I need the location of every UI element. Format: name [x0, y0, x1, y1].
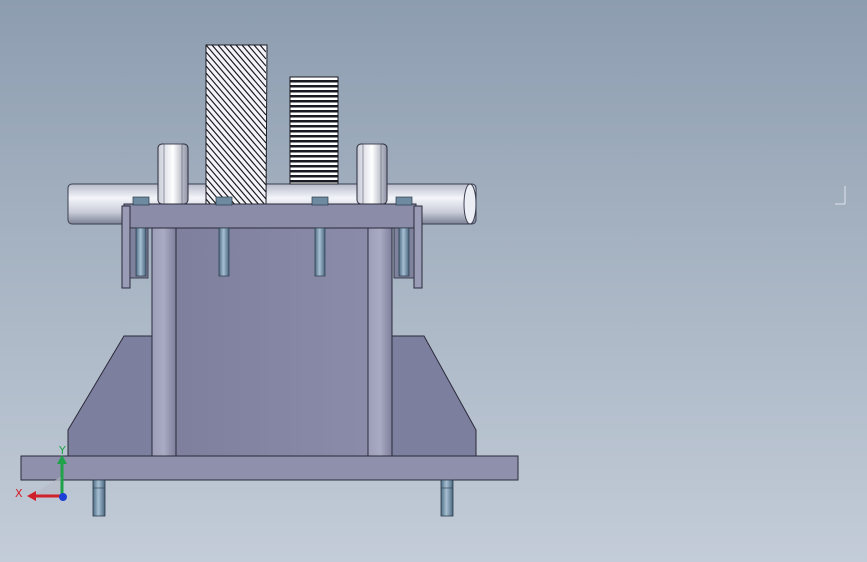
- spur-gear[interactable]: [289, 76, 339, 185]
- top-plate[interactable]: [123, 203, 417, 229]
- bearing-block-right[interactable]: [356, 143, 388, 205]
- housing-body[interactable]: [151, 227, 393, 457]
- graphics-viewport[interactable]: X Y: [0, 0, 867, 562]
- post-left[interactable]: [151, 227, 177, 457]
- triad-x-label: X: [15, 487, 23, 500]
- base-plate[interactable]: [20, 455, 519, 481]
- model-canvas[interactable]: X Y: [0, 0, 867, 562]
- triad-y-label: Y: [58, 444, 66, 457]
- bearing-block-left[interactable]: [157, 143, 189, 205]
- foot-bolt-right[interactable]: [440, 479, 454, 517]
- post-right[interactable]: [367, 227, 393, 457]
- origin-marker-icon: [835, 186, 846, 205]
- triad-z-axis: [59, 493, 67, 501]
- foot-bolt-left[interactable]: [92, 479, 106, 517]
